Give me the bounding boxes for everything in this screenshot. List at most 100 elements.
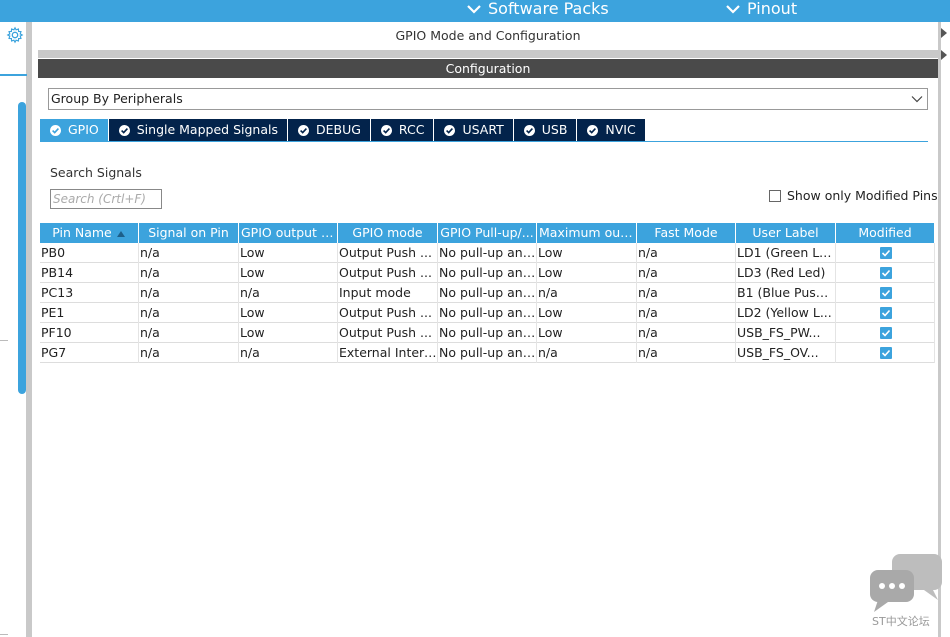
table-cell[interactable]: Input mode bbox=[338, 283, 438, 303]
left-scrollbar[interactable] bbox=[18, 102, 26, 394]
column-header-gpio-output-level[interactable]: GPIO output l... bbox=[239, 223, 338, 243]
table-cell[interactable] bbox=[836, 283, 935, 303]
check-circle-icon bbox=[444, 124, 456, 136]
table-cell[interactable]: Low bbox=[239, 323, 338, 343]
table-cell[interactable] bbox=[836, 303, 935, 323]
table-cell[interactable]: PC13 bbox=[40, 283, 139, 303]
table-cell[interactable]: n/a bbox=[239, 343, 338, 363]
tab-label: RCC bbox=[398, 122, 425, 137]
table-row[interactable]: PB0 n/a Low Output Push ... No pull-up and..… bbox=[40, 243, 935, 263]
table-cell[interactable]: n/a bbox=[239, 283, 338, 303]
table-cell[interactable]: No pull-up and... bbox=[438, 303, 537, 323]
table-cell[interactable]: Output Push ... bbox=[338, 323, 438, 343]
modified-checkbox[interactable] bbox=[879, 286, 892, 299]
table-row[interactable]: PB14 n/a Low Output Push ... No pull-up and.… bbox=[40, 263, 935, 283]
tab-label: Single Mapped Signals bbox=[136, 122, 278, 137]
show-only-modified-checkbox[interactable]: Show only Modified Pins bbox=[769, 188, 938, 203]
table-cell[interactable]: n/a bbox=[139, 283, 239, 303]
table-cell[interactable]: PB0 bbox=[40, 243, 139, 263]
table-cell[interactable]: Low bbox=[537, 323, 637, 343]
tab-nvic[interactable]: NVIC bbox=[577, 119, 645, 141]
table-row[interactable]: PG7 n/a n/a External Interr... No pull-up an… bbox=[40, 343, 935, 363]
tab-usb[interactable]: USB bbox=[513, 119, 577, 141]
table-cell[interactable]: n/a bbox=[637, 303, 736, 323]
table-cell[interactable]: n/a bbox=[637, 343, 736, 363]
tab-usart[interactable]: USART bbox=[434, 119, 513, 141]
table-cell[interactable]: n/a bbox=[139, 263, 239, 283]
collapse-arrow-icon[interactable] bbox=[940, 26, 948, 62]
modified-checkbox[interactable] bbox=[879, 346, 892, 359]
table-cell[interactable]: Low bbox=[537, 303, 637, 323]
table-cell[interactable] bbox=[836, 243, 935, 263]
column-header-user-label[interactable]: User Label bbox=[736, 223, 836, 243]
tab-gpio[interactable]: GPIO bbox=[40, 119, 108, 141]
table-cell[interactable]: n/a bbox=[637, 283, 736, 303]
modified-checkbox[interactable] bbox=[879, 266, 892, 279]
table-cell[interactable]: No pull-up and... bbox=[438, 263, 537, 283]
table-cell[interactable]: USB_FS_OV... bbox=[736, 343, 836, 363]
software-packs-menu[interactable]: Software Packs bbox=[466, 0, 609, 18]
check-icon bbox=[881, 309, 890, 317]
table-cell[interactable]: n/a bbox=[637, 243, 736, 263]
table-cell[interactable]: LD3 (Red Led) bbox=[736, 263, 836, 283]
column-header-modified[interactable]: Modified bbox=[836, 223, 935, 243]
table-cell[interactable]: n/a bbox=[139, 303, 239, 323]
table-cell[interactable]: PE1 bbox=[40, 303, 139, 323]
tab-label: GPIO bbox=[68, 122, 99, 137]
table-cell[interactable]: PF10 bbox=[40, 323, 139, 343]
left-panel-divider bbox=[0, 74, 27, 76]
table-cell[interactable]: PG7 bbox=[40, 343, 139, 363]
table-cell[interactable]: External Interr... bbox=[338, 343, 438, 363]
table-cell[interactable]: LD1 (Green Led) bbox=[736, 243, 836, 263]
column-header-fast-mode[interactable]: Fast Mode bbox=[637, 223, 736, 243]
table-cell[interactable]: n/a bbox=[637, 323, 736, 343]
modified-checkbox[interactable] bbox=[879, 326, 892, 339]
table-cell[interactable]: No pull-up and... bbox=[438, 243, 537, 263]
tab-single-mapped-signals[interactable]: Single Mapped Signals bbox=[108, 119, 287, 141]
column-header-gpio-mode[interactable]: GPIO mode bbox=[338, 223, 438, 243]
pinout-menu[interactable]: Pinout bbox=[725, 0, 797, 18]
table-cell[interactable]: Low bbox=[239, 303, 338, 323]
table-cell[interactable]: LD2 (Yellow L... bbox=[736, 303, 836, 323]
table-row[interactable]: PC13 n/a n/a Input mode No pull-up and... n/a… bbox=[40, 283, 935, 303]
tab-debug[interactable]: DEBUG bbox=[287, 119, 370, 141]
table-row[interactable]: PF10 n/a Low Output Push ... No pull-up and.… bbox=[40, 323, 935, 343]
table-cell[interactable]: Low bbox=[239, 263, 338, 283]
table-cell[interactable]: Output Push ... bbox=[338, 263, 438, 283]
table-cell[interactable]: PB14 bbox=[40, 263, 139, 283]
column-header-pin-name[interactable]: Pin Name bbox=[40, 223, 139, 243]
table-cell[interactable]: USB_FS_PW... bbox=[736, 323, 836, 343]
table-cell[interactable]: Low bbox=[239, 243, 338, 263]
table-cell[interactable]: n/a bbox=[139, 343, 239, 363]
table-cell[interactable]: Output Push ... bbox=[338, 243, 438, 263]
gpio-configuration-panel: GPIO Mode and Configuration Configuratio… bbox=[38, 22, 938, 637]
table-cell[interactable]: n/a bbox=[139, 323, 239, 343]
table-cell[interactable]: Low bbox=[537, 263, 637, 283]
table-cell[interactable]: Output Push ... bbox=[338, 303, 438, 323]
table-cell[interactable]: No pull-up and... bbox=[438, 283, 537, 303]
table-cell[interactable]: n/a bbox=[637, 263, 736, 283]
gear-icon[interactable] bbox=[6, 26, 24, 44]
table-cell[interactable]: n/a bbox=[537, 343, 637, 363]
check-circle-icon bbox=[50, 124, 61, 136]
column-header-signal-on-pin[interactable]: Signal on Pin bbox=[139, 223, 239, 243]
tab-rcc[interactable]: RCC bbox=[370, 119, 434, 141]
column-header-gpio-pull[interactable]: GPIO Pull-up/... bbox=[438, 223, 537, 243]
table-cell[interactable]: B1 (Blue Push... bbox=[736, 283, 836, 303]
table-cell[interactable] bbox=[836, 323, 935, 343]
modified-checkbox[interactable] bbox=[879, 246, 892, 259]
table-cell[interactable]: n/a bbox=[139, 243, 239, 263]
table-row[interactable]: PE1 n/a Low Output Push ... No pull-up and..… bbox=[40, 303, 935, 323]
table-cell[interactable] bbox=[836, 263, 935, 283]
table-cell[interactable]: No pull-up and... bbox=[438, 343, 537, 363]
modified-checkbox[interactable] bbox=[879, 306, 892, 319]
group-by-select[interactable]: Group By Peripherals bbox=[48, 88, 928, 110]
watermark-text: ST中文论坛 bbox=[872, 615, 930, 628]
table-cell[interactable]: No pull-up and... bbox=[438, 323, 537, 343]
table-cell[interactable]: n/a bbox=[537, 283, 637, 303]
search-signals-input[interactable] bbox=[50, 189, 162, 209]
table-cell[interactable] bbox=[836, 343, 935, 363]
column-header-maximum-output-speed[interactable]: Maximum outp... bbox=[537, 223, 637, 243]
table-cell[interactable]: Low bbox=[537, 243, 637, 263]
checkbox-box[interactable] bbox=[769, 189, 781, 202]
